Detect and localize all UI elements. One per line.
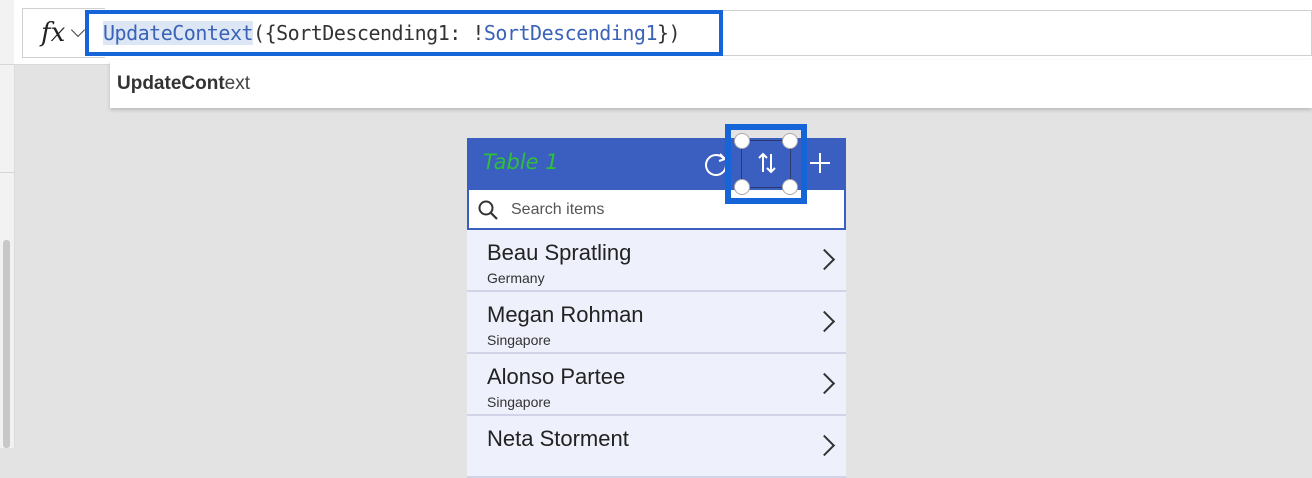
formula-input[interactable]: UpdateContext({SortDescending1: !SortDes… [85, 10, 723, 56]
scrollbar-thumb[interactable] [3, 240, 10, 448]
search-icon [478, 200, 498, 220]
list-item[interactable]: Megan Rohman Singapore [467, 292, 846, 354]
chevron-right-icon[interactable] [813, 434, 836, 457]
formula-args-open: ({SortDescending1: ! [253, 21, 484, 45]
item-country: Singapore [487, 394, 551, 410]
rail-divider [0, 172, 14, 173]
chevron-right-icon[interactable] [813, 372, 836, 395]
chevron-right-icon[interactable] [813, 248, 836, 271]
resize-handle[interactable] [782, 133, 798, 149]
autocomplete-option[interactable]: UpdateContext [117, 73, 250, 95]
formula-variable-ref: SortDescending1 [483, 21, 658, 45]
autocomplete-rest: ext [224, 73, 251, 94]
item-country: Germany [487, 270, 545, 286]
formula-function-name: UpdateContext [103, 21, 254, 45]
resize-handle[interactable] [734, 133, 750, 149]
item-name: Alonso Partee [487, 364, 626, 389]
app-title: Table 1 [483, 150, 559, 174]
autocomplete-match: UpdateCont [117, 73, 225, 94]
chevron-down-icon [71, 22, 86, 38]
fx-label: fx [41, 18, 66, 48]
formula-args-close: }) [657, 21, 681, 45]
item-name: Megan Rohman [487, 302, 644, 327]
list-item[interactable]: Alonso Partee Singapore [467, 354, 846, 416]
left-panel-edge [0, 0, 15, 448]
item-country: Singapore [487, 332, 551, 348]
formula-text: UpdateContext({SortDescending1: !SortDes… [103, 21, 681, 45]
resize-handle[interactable] [782, 179, 798, 195]
autocomplete-dropdown: UpdateContext [110, 60, 1312, 108]
list-item[interactable]: Neta Storment [467, 416, 846, 478]
selected-control-highlight[interactable] [725, 124, 807, 204]
rail-divider [0, 64, 14, 65]
chevron-right-icon[interactable] [813, 310, 836, 333]
item-name: Neta Storment [487, 426, 629, 451]
add-icon[interactable] [807, 150, 833, 176]
item-name: Beau Spratling [487, 240, 632, 265]
resize-handle[interactable] [734, 179, 750, 195]
list-item[interactable]: Beau Spratling Germany [467, 230, 846, 292]
